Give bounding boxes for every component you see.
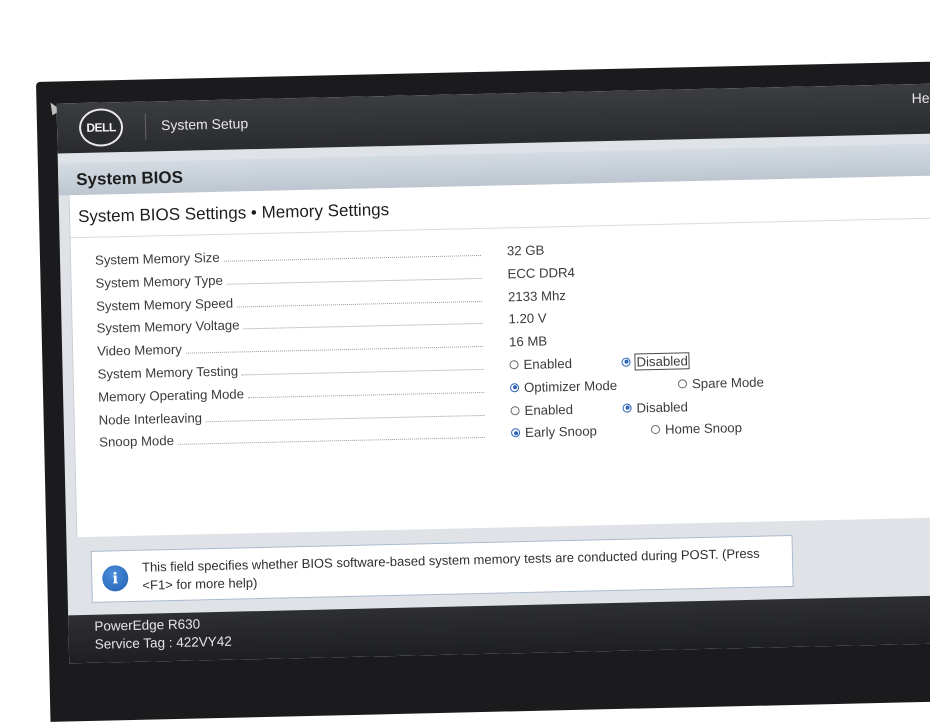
radio-memory-testing-disabled[interactable]: Disabled [621,352,691,371]
setting-label: System Memory Size [94,249,220,268]
setting-label: System Memory Voltage [96,317,240,337]
radio-node-interleaving-disabled[interactable]: Disabled [622,399,688,415]
setting-label: System Memory Type [95,272,223,291]
help-text: This field specifies whether BIOS softwa… [141,545,760,593]
help-link[interactable]: He [911,90,929,106]
radio-label: Enabled [524,401,574,418]
monitor-bezel: DELL System Setup He System BIOS System … [36,61,930,722]
radio-label: Disabled [636,398,689,416]
radio-optimizer-mode[interactable]: Optimizer Mode [509,377,618,395]
radio-button[interactable] [677,379,688,389]
radio-button-selected[interactable] [510,428,521,438]
radio-home-snoop[interactable]: Home Snoop [650,420,743,438]
radio-label: Enabled [523,355,573,372]
radio-label: Spare Mode [691,374,765,391]
radio-memory-testing-enabled[interactable]: Enabled [509,356,572,372]
setting-label: System Memory Speed [95,295,234,314]
page-title: System BIOS Settings • Memory Settings [77,200,390,227]
radio-button-selected[interactable] [509,382,520,393]
bios-screen: DELL System Setup He System BIOS System … [56,83,930,664]
radio-button[interactable] [509,360,519,370]
setting-label: Video Memory [96,341,183,359]
setting-value: ECC DDR4 [507,264,576,282]
radio-node-interleaving-enabled[interactable]: Enabled [510,401,574,418]
topbar-divider [144,113,147,140]
radio-button[interactable] [510,405,520,415]
setting-value: 32 GB [506,242,545,259]
setting-value: 1.20 V [508,310,547,327]
radio-label: Home Snoop [664,420,743,438]
setting-label: Snoop Mode [99,433,175,451]
footer-bar: PowerEdge R630 Service Tag : 422VY42 [68,594,930,664]
setting-label: Memory Operating Mode [97,386,245,405]
app-title: System Setup [160,115,249,134]
service-tag: Service Tag : 422VY42 [94,633,233,652]
setting-value: 16 MB [508,333,548,350]
top-bar: DELL System Setup He [56,83,930,154]
setting-label: System Memory Testing [97,363,239,382]
setting-value: 2133 Mhz [507,287,567,304]
radio-early-snoop[interactable]: Early Snoop [510,423,598,441]
info-icon: i [101,565,129,592]
panel-title: System BIOS [76,167,184,190]
settings-list: System Memory Size 32 GB System Memory T… [95,233,930,458]
system-model: PowerEdge R630 [94,616,201,634]
radio-label: Early Snoop [524,423,598,441]
setting-label: Node Interleaving [98,409,203,428]
radio-button-selected[interactable] [622,403,632,413]
dell-logo-icon: DELL [78,108,124,148]
help-box: i This field specifies whether BIOS soft… [90,534,794,603]
radio-button-selected[interactable] [621,357,631,367]
radio-label: Optimizer Mode [523,377,618,395]
radio-spare-mode[interactable]: Spare Mode [677,374,765,391]
settings-content: System BIOS Settings • Memory Settings S… [68,175,930,538]
radio-button[interactable] [650,425,661,435]
radio-label: Disabled [634,352,691,371]
